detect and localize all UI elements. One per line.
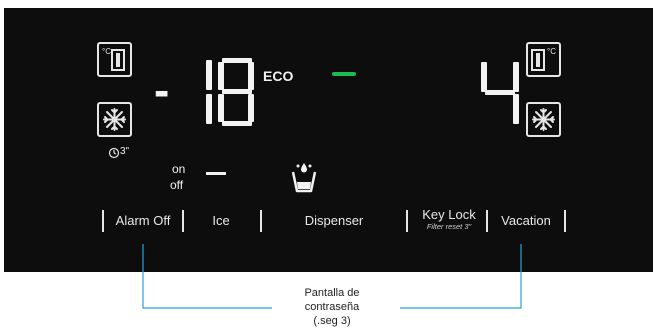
annotation-line-3: (.seg 3): [313, 315, 351, 327]
annotation-line-1: Pantalla de: [304, 287, 360, 299]
annotation-line-2: contraseña: [304, 301, 360, 313]
annotation-callout-lines: [142, 244, 522, 309]
annotation-note: Pantalla de contraseña (.seg 3): [290, 286, 374, 328]
